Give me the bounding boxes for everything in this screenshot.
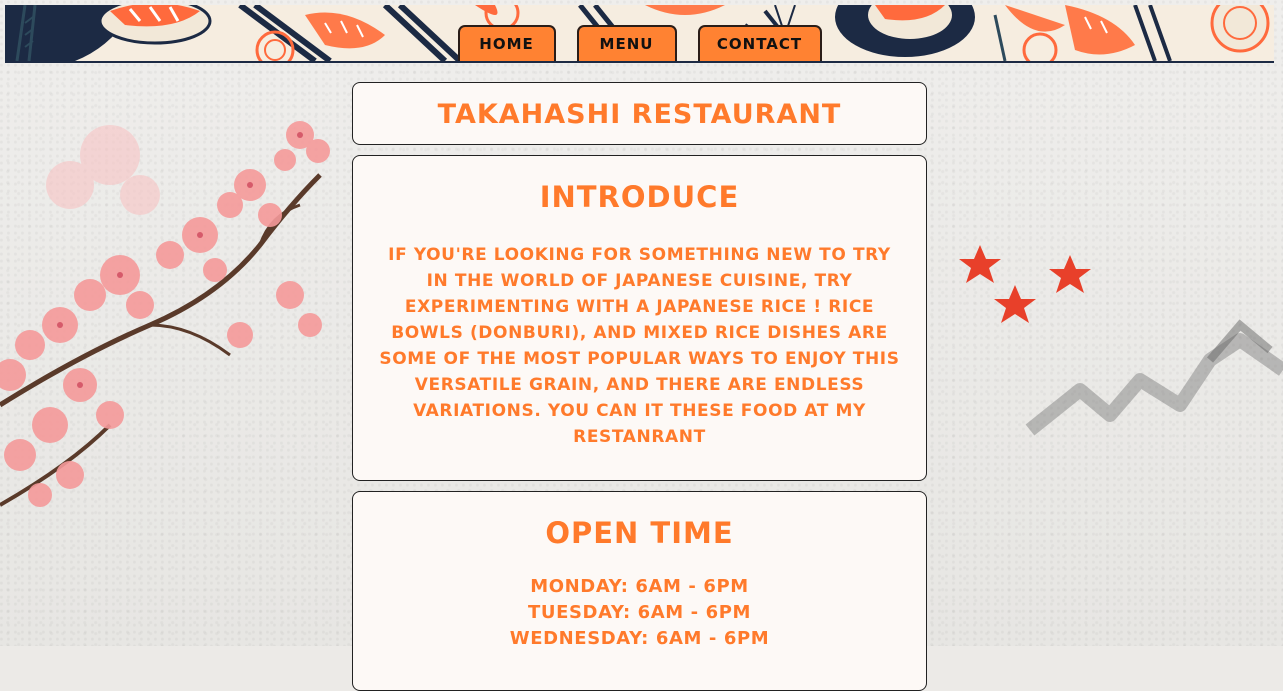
introduce-heading: Introduce: [539, 180, 740, 214]
red-flowers-mountain-icon: [959, 245, 1283, 436]
nav-contact-button[interactable]: Contact: [697, 25, 822, 61]
open-time-card: Open Time Monday: 6am - 6pm Tuesday: 6am…: [352, 491, 927, 691]
open-hours-list: Monday: 6am - 6pm Tuesday: 6am - 6pm Wed…: [379, 574, 900, 652]
cherry-blossom-branch-icon: [0, 121, 330, 507]
hours-tuesday: Tuesday: 6am - 6pm: [527, 602, 752, 623]
nav-menu-button[interactable]: Menu: [576, 25, 677, 61]
nav-home-button[interactable]: Home: [457, 25, 556, 61]
hours-wednesday: Wednesday: 6am - 6pm: [509, 628, 770, 649]
restaurant-title-card: Takahashi Restaurant: [352, 82, 927, 145]
open-time-heading: Open Time: [545, 516, 734, 550]
introduce-text: If you're looking for something new to t…: [379, 245, 900, 447]
introduce-card: Introduce If you're looking for somethin…: [352, 155, 927, 481]
restaurant-name: Takahashi Restaurant: [437, 99, 842, 130]
header-banner: Home Menu Contact: [5, 5, 1274, 63]
hours-monday: Monday: 6am - 6pm: [530, 576, 749, 597]
main-navigation: Home Menu Contact: [5, 25, 1274, 61]
